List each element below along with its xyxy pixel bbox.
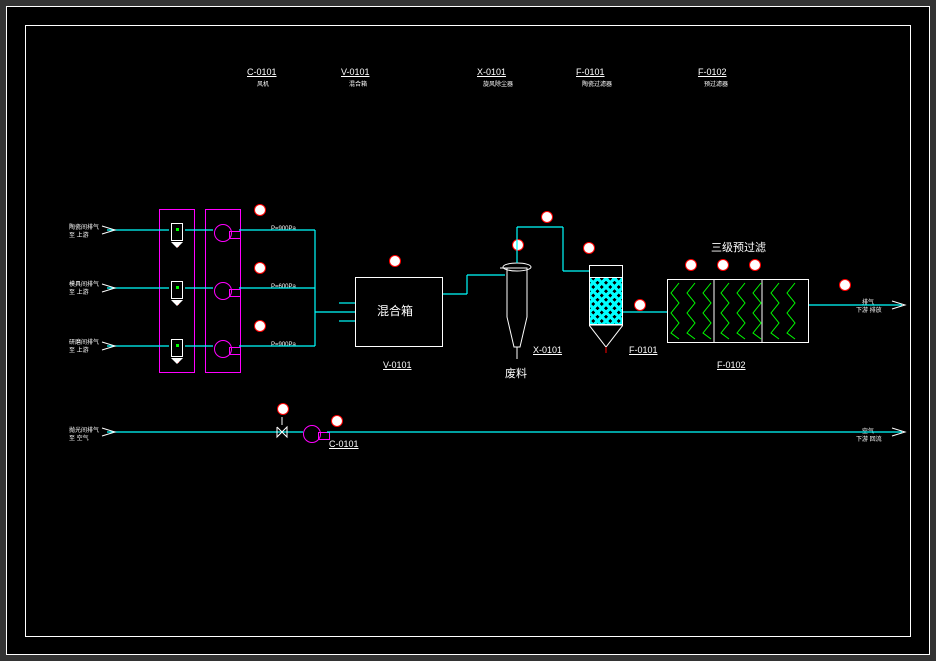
instrument-mixbox	[389, 255, 401, 267]
header-name-f0101: 陶瓷过滤器	[582, 79, 612, 88]
header-tag-f0102: F-0102	[698, 67, 727, 77]
mixbox-label: 混合箱	[377, 302, 413, 319]
ceramic-tag: F-0101	[629, 345, 658, 355]
instrument-cyclone-top	[512, 239, 524, 251]
prefilter-tag: F-0102	[717, 360, 746, 370]
outlet-1-sub: 下游 排放	[856, 305, 882, 314]
ceramic-body	[589, 277, 623, 325]
instrument-fan2	[254, 262, 266, 274]
header-name-c0101: 风机	[257, 79, 269, 88]
mixbox-tag: V-0101	[383, 360, 412, 370]
cyclone-tag: X-0101	[533, 345, 562, 355]
instrument-cyclone-line	[541, 211, 553, 223]
instrument-ceramic-out	[634, 299, 646, 311]
instrument-c0101-2	[331, 415, 343, 427]
flow-tag-3: P=900Pa	[271, 342, 296, 348]
header-tag-c0101: C-0101	[247, 67, 277, 77]
instrument-pf-out	[839, 279, 851, 291]
instrument-fan1	[254, 204, 266, 216]
flow-tag-1: P=900Pa	[271, 226, 296, 232]
inlet-1-sub: 至 上游	[69, 230, 89, 239]
header-name-v0101: 混合箱	[349, 79, 367, 88]
fan-1	[214, 224, 232, 242]
separator-2	[171, 281, 183, 299]
fan-3	[214, 340, 232, 358]
instrument-pf-3	[749, 259, 761, 271]
outlet-2-sub: 下游 回流	[856, 434, 882, 443]
fan-c0101	[303, 425, 321, 443]
drawing-canvas: C-0101 风机 V-0101 混合箱 X-0101 旋风除尘器 F-0101…	[6, 6, 930, 655]
inlet-2-sub: 至 上游	[69, 287, 89, 296]
prefilter-zigzag	[667, 279, 809, 343]
inlet-3-sub: 至 上游	[69, 345, 89, 354]
header-tag-x0101: X-0101	[477, 67, 506, 77]
instrument-ceramic-top	[583, 242, 595, 254]
instrument-fan3	[254, 320, 266, 332]
header-name-x0101: 旋风除尘器	[483, 79, 513, 88]
header-tag-f0101: F-0101	[576, 67, 605, 77]
instrument-pf-1	[685, 259, 697, 271]
header-name-f0102: 预过滤器	[704, 79, 728, 88]
instrument-c0101-1	[277, 403, 289, 415]
fan-c0101-tag: C-0101	[329, 439, 359, 449]
cyclone-bottom-label: 废料	[505, 365, 527, 381]
separator-1	[171, 223, 183, 241]
ceramic-top	[589, 265, 623, 277]
separator-3	[171, 339, 183, 357]
header-tag-v0101: V-0101	[341, 67, 370, 77]
ceramic-cone	[589, 325, 623, 353]
fan-2	[214, 282, 232, 300]
inlet-4-sub: 至 空气	[69, 433, 89, 442]
flow-tag-2: P=600Pa	[271, 284, 296, 290]
prefilter-title: 三级预过滤	[711, 239, 766, 255]
instrument-pf-2	[717, 259, 729, 271]
